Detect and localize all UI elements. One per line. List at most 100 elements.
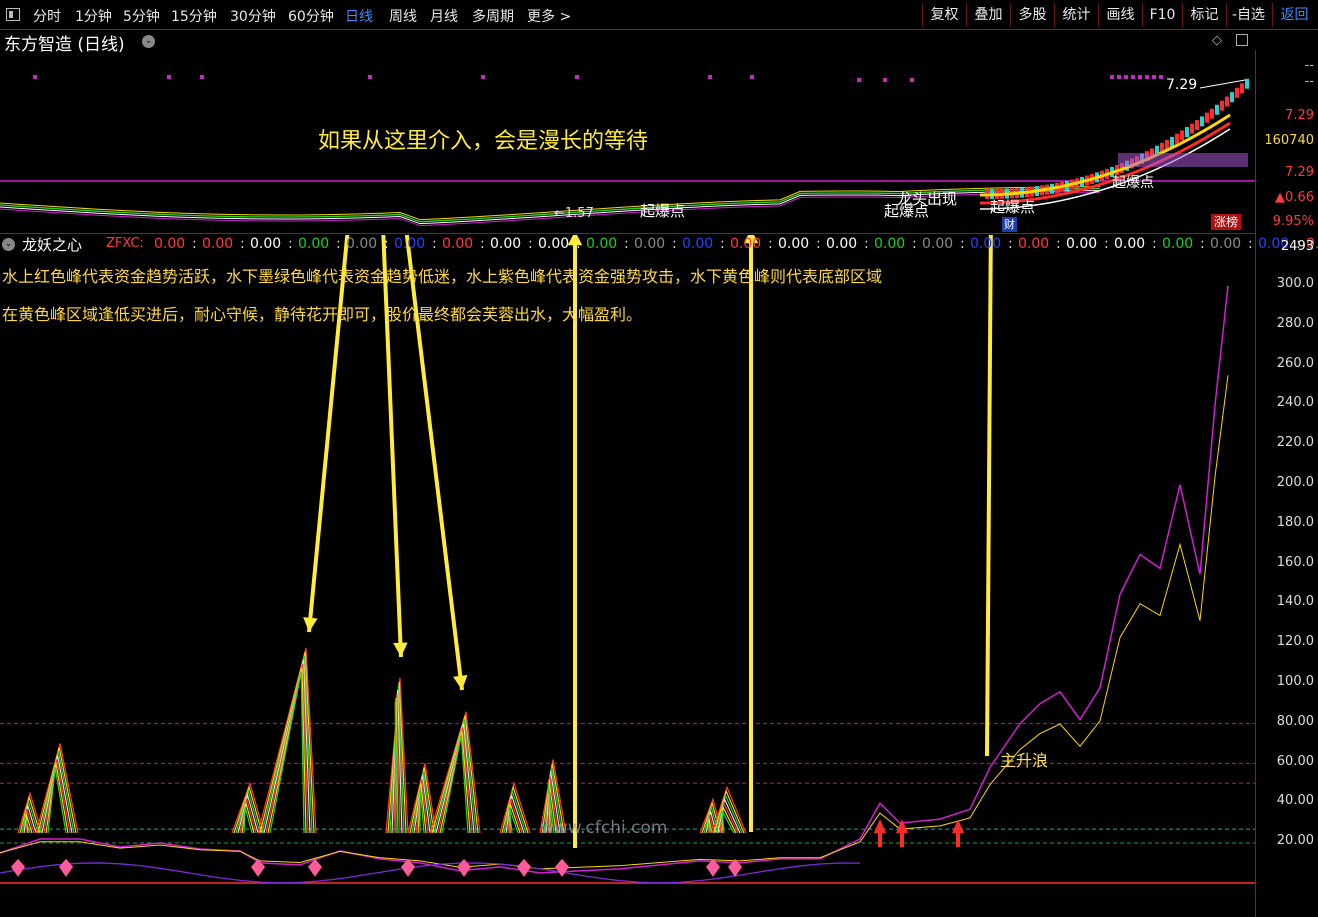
toolbar-button-2[interactable]: 多股 bbox=[1010, 3, 1054, 27]
indicator-value: 0.00 bbox=[394, 236, 426, 252]
toolbar-button-6[interactable]: 标记 bbox=[1182, 3, 1226, 27]
value-separator: : bbox=[192, 236, 197, 252]
period-tab-4[interactable]: 30分钟 bbox=[230, 6, 276, 26]
period-tab-1[interactable]: 1分钟 bbox=[75, 6, 112, 26]
period-tab-2[interactable]: 5分钟 bbox=[123, 6, 160, 26]
period-tab-9[interactable]: 多周期 bbox=[472, 6, 514, 26]
signal-dot bbox=[200, 75, 204, 79]
diamond-marker-icon bbox=[59, 858, 73, 877]
callout-arrow-head bbox=[393, 642, 408, 657]
callout-arrow bbox=[307, 235, 350, 633]
period-tab-0[interactable]: 分时 bbox=[33, 6, 61, 26]
toolbar-button-1[interactable]: 叠加 bbox=[966, 3, 1010, 27]
callout-text: 如果从这里介入，会是漫长的等待 bbox=[318, 129, 649, 154]
candle bbox=[1175, 133, 1179, 144]
signal-dot bbox=[883, 78, 887, 82]
candle bbox=[1230, 92, 1234, 103]
signal-dot bbox=[1145, 75, 1149, 79]
signal-dot bbox=[368, 75, 372, 79]
indicator-value: 0.00 bbox=[778, 236, 810, 252]
axis-price-mid: 7.29 bbox=[1285, 165, 1314, 180]
indicator-axis-label: 220.0 bbox=[1276, 435, 1314, 451]
indicator-value: 0.00 bbox=[1162, 236, 1194, 252]
indicator-axis-label: 240.0 bbox=[1276, 395, 1314, 411]
period-tab-10[interactable]: 更多 > bbox=[527, 6, 571, 26]
indicator-title: 龙妖之心 bbox=[22, 236, 83, 254]
signal-dot bbox=[167, 75, 171, 79]
signal-dot bbox=[33, 75, 37, 79]
period-tab-3[interactable]: 15分钟 bbox=[171, 6, 217, 26]
axis-price-top: 7.29 bbox=[1285, 108, 1314, 123]
value-separator: : bbox=[672, 236, 677, 252]
axis-dash-1: -- bbox=[1304, 58, 1314, 73]
candle bbox=[1185, 127, 1189, 138]
toolbar-button-0[interactable]: 复权 bbox=[922, 3, 966, 27]
signal-dot bbox=[1131, 75, 1135, 79]
value-separator: : bbox=[816, 236, 821, 252]
diamond-icon[interactable]: ◇ bbox=[1212, 33, 1222, 48]
diamond-marker-icon bbox=[728, 858, 742, 877]
longtou-label: 龙头出现 bbox=[897, 190, 958, 208]
value-separator: : bbox=[240, 236, 245, 252]
indicator-line-magenta bbox=[0, 285, 1229, 874]
signal-dot bbox=[1124, 75, 1128, 79]
toolbar-button-8[interactable]: 返回 bbox=[1272, 3, 1316, 27]
axis-indicator-top: 2493 bbox=[1280, 239, 1314, 254]
value-separator: : bbox=[1056, 236, 1061, 252]
restore-window-icon[interactable] bbox=[1236, 34, 1248, 46]
toolbar-button-4[interactable]: 画线 bbox=[1098, 3, 1142, 27]
value-separator: : bbox=[1248, 236, 1253, 252]
signal-dot bbox=[910, 78, 914, 82]
signal-dot bbox=[857, 78, 861, 82]
value-separator: : bbox=[720, 236, 725, 252]
candle bbox=[1200, 116, 1204, 127]
indicator-chart[interactable] bbox=[0, 235, 1255, 917]
value-separator: : bbox=[384, 236, 389, 252]
toolbar-button-3[interactable]: 统计 bbox=[1054, 3, 1098, 27]
panel-toggle-icon[interactable] bbox=[6, 8, 20, 21]
candle bbox=[1205, 112, 1209, 123]
diamond-marker-icon bbox=[11, 858, 25, 877]
zhushenglang-label: 主升浪 bbox=[1000, 751, 1049, 770]
cai-badge[interactable]: 财 bbox=[1002, 217, 1017, 232]
value-separator: : bbox=[576, 236, 581, 252]
value-separator: : bbox=[1104, 236, 1109, 252]
indicator-value: 0.00 bbox=[490, 236, 522, 252]
indicator-value: 0.00 bbox=[970, 236, 1002, 252]
qibaodian-label-1: 起爆点 bbox=[640, 202, 686, 220]
candle bbox=[1235, 87, 1239, 98]
indicator-dropdown-icon[interactable]: ⌄ bbox=[2, 238, 15, 251]
diamond-marker-icon bbox=[251, 858, 265, 877]
indicator-value: 0.00 bbox=[1210, 236, 1242, 252]
indicator-value: 0.00 bbox=[1018, 236, 1050, 252]
value-separator: : bbox=[1200, 236, 1205, 252]
diamond-marker-icon bbox=[555, 858, 569, 877]
value-separator: : bbox=[336, 236, 341, 252]
value-separator: : bbox=[528, 236, 533, 252]
period-tab-5[interactable]: 60分钟 bbox=[288, 6, 334, 26]
signal-dot bbox=[750, 75, 754, 79]
indicator-value: 0.00 bbox=[634, 236, 666, 252]
zhangbang-badge[interactable]: 涨榜 bbox=[1211, 214, 1242, 230]
candle bbox=[1215, 104, 1219, 115]
indicator-code: ZFXC: bbox=[106, 236, 144, 251]
indicator-value: 0.00 bbox=[826, 236, 858, 252]
value-separator: : bbox=[912, 236, 917, 252]
title-dropdown-icon[interactable]: ⌄ bbox=[142, 35, 155, 48]
indicator-value: 0.00 bbox=[250, 236, 282, 252]
axis-dash-2: -- bbox=[1304, 74, 1314, 89]
indicator-value: 0.00 bbox=[730, 236, 762, 252]
indicator-axis-label: 80.00 bbox=[1276, 713, 1314, 729]
period-tab-6[interactable]: 日线 bbox=[345, 6, 373, 26]
signal-dot bbox=[1152, 75, 1156, 79]
toolbar-button-5[interactable]: F10 bbox=[1142, 3, 1182, 27]
value-separator: : bbox=[864, 236, 869, 252]
indicator-axis-label: 260.0 bbox=[1276, 355, 1314, 371]
price-axis: -- -- 7.29 160740 7.29 ▲0.66 9.95% 2493 … bbox=[1255, 50, 1318, 917]
candle bbox=[1220, 100, 1224, 111]
toolbar-button-7[interactable]: -自选 bbox=[1226, 3, 1270, 27]
period-tab-7[interactable]: 周线 bbox=[389, 6, 417, 26]
candle bbox=[1190, 123, 1194, 134]
period-tab-8[interactable]: 月线 bbox=[430, 6, 458, 26]
axis-change: ▲0.66 bbox=[1275, 190, 1314, 205]
